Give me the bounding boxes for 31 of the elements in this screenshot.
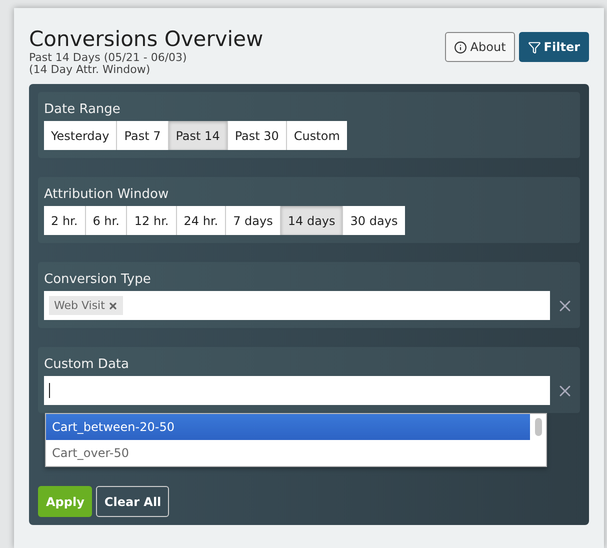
scrollbar-thumb[interactable] — [535, 418, 542, 436]
tag: Web Visit — [49, 296, 123, 315]
segment-button[interactable]: 6 hr. — [86, 206, 128, 235]
about-button[interactable]: About — [445, 32, 515, 62]
segment-button[interactable]: 30 days — [343, 206, 405, 235]
tag-input-field[interactable]: Web Visit — [44, 291, 550, 320]
page-title: Conversions Overview — [29, 26, 264, 52]
segment-button[interactable]: 2 hr. — [44, 206, 86, 235]
section-label: Date Range — [44, 102, 122, 117]
info-icon — [454, 40, 468, 54]
remove-icon[interactable] — [108, 300, 118, 310]
filter-icon — [528, 40, 541, 54]
segment-button[interactable]: Past 30 — [228, 121, 287, 150]
segment-button[interactable]: Yesterday — [44, 121, 118, 150]
segment-button[interactable]: 14 days — [280, 206, 344, 235]
dropdown-option[interactable]: Cart_between-20-50 — [46, 414, 530, 440]
segment-button[interactable]: 12 hr. — [127, 206, 177, 235]
filter-button[interactable]: Filter — [518, 32, 589, 62]
clear-all-button[interactable]: Clear All — [96, 486, 170, 517]
segment-button[interactable]: Past 7 — [117, 121, 169, 150]
section-label: Attribution Window — [44, 187, 170, 202]
segment-button[interactable]: Custom — [286, 121, 347, 150]
search-input-field[interactable] — [44, 376, 550, 405]
segment-button[interactable]: 24 hr. — [176, 206, 226, 235]
segment-button[interactable]: Past 14 — [168, 121, 228, 150]
segment-button[interactable]: 7 days — [226, 206, 281, 235]
section-label: Custom Data — [44, 357, 130, 372]
section-label: Conversion Type — [44, 272, 152, 287]
subtitle: Past 14 Days (05/21 - 06/03) — [29, 52, 188, 64]
dropdown-option[interactable]: Cart_over-50 — [46, 440, 530, 466]
subtitle: (14 Day Attr. Window) — [29, 64, 152, 76]
